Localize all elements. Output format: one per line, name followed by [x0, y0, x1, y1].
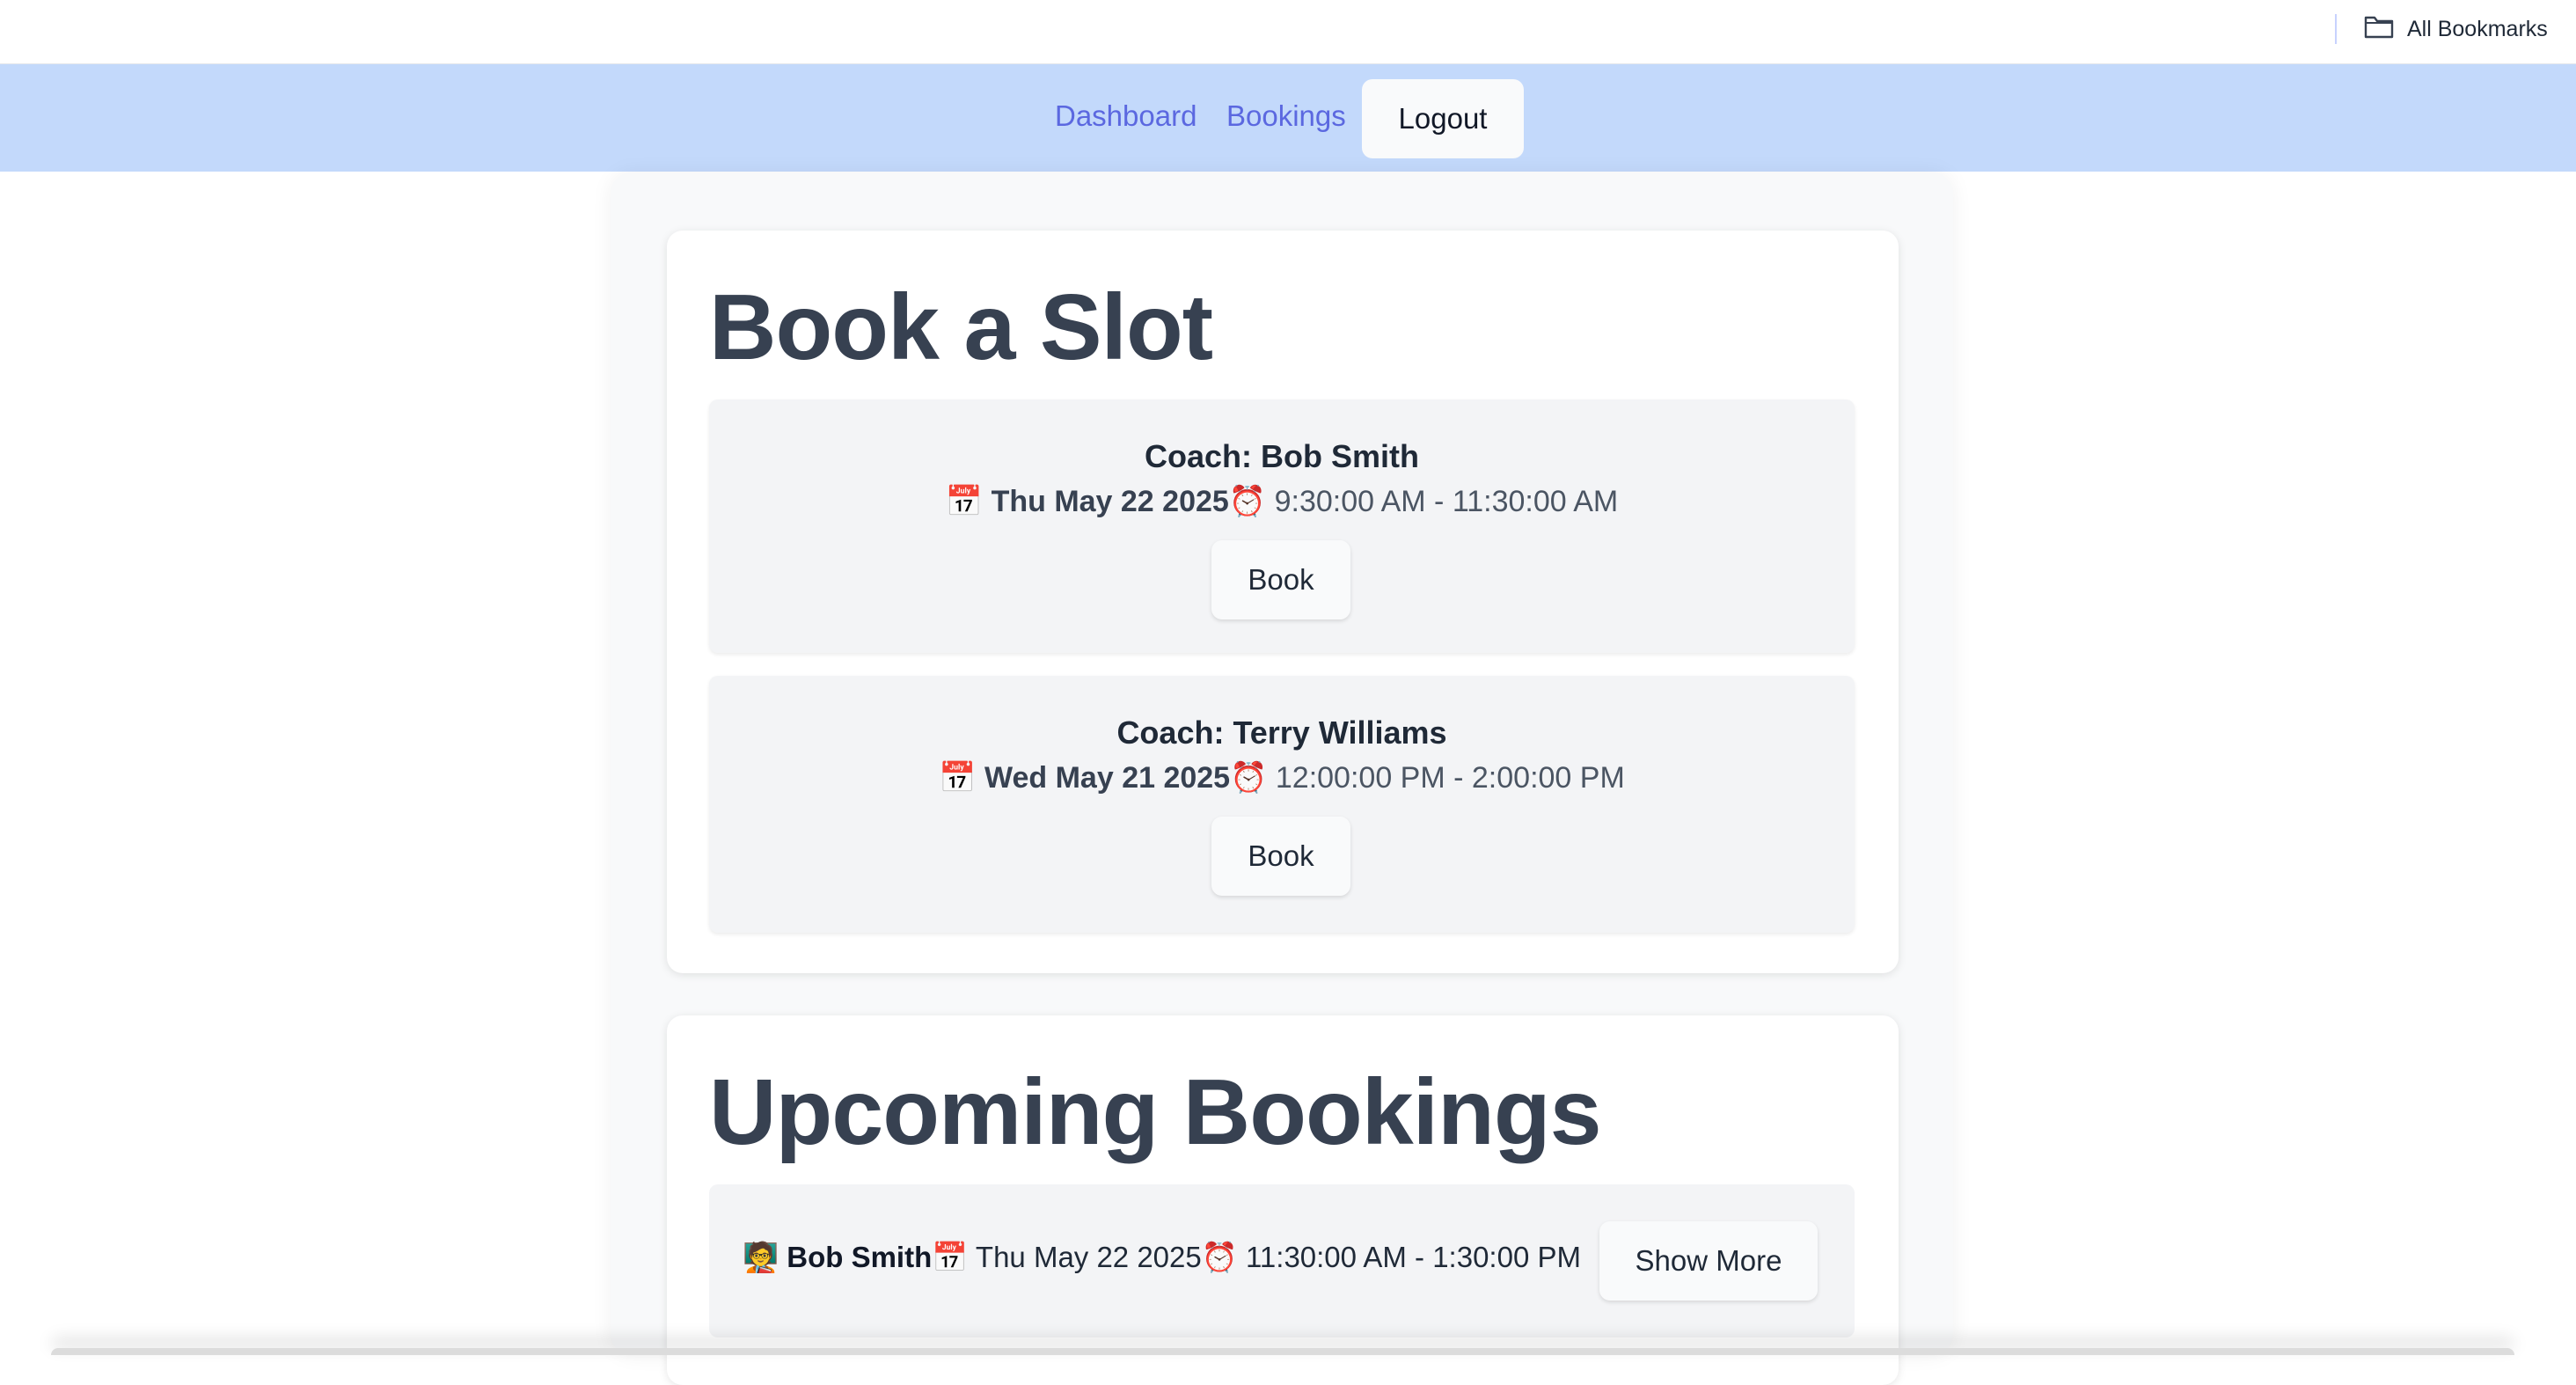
booking-info: 🧑‍🏫 Bob Smith📅 Thu May 22 2025⏰ 11:30:00… [743, 1241, 1581, 1275]
slot-datetime: 📅 Thu May 22 2025⏰ 9:30:00 AM - 11:30:00… [709, 484, 1855, 519]
bookmarks-divider [2335, 14, 2337, 44]
nav-bookings-link[interactable]: Bookings [1226, 99, 1346, 133]
booking-time-range: 11:30:00 AM - 1:30:00 PM [1237, 1241, 1581, 1273]
book-slot-card: Book a Slot Coach: Bob Smith 📅 Thu May 2… [667, 231, 1899, 973]
slot-time-range: 12:00:00 PM - 2:00:00 PM [1267, 761, 1625, 795]
coach-icon: 🧑‍🏫 [743, 1241, 779, 1273]
booking-date: Thu May 22 2025 [968, 1241, 1202, 1273]
slot-datetime: 📅 Wed May 21 2025⏰ 12:00:00 PM - 2:00:00… [709, 760, 1855, 795]
bottom-overlay-edge [51, 1348, 2514, 1355]
slot-card: Coach: Terry Williams 📅 Wed May 21 2025⏰… [709, 676, 1855, 933]
slot-time-range: 9:30:00 AM - 11:30:00 AM [1266, 485, 1619, 518]
book-slot-title: Book a Slot [709, 275, 1213, 379]
slot-date: Thu May 22 2025 [991, 485, 1229, 518]
alarm-clock-icon: ⏰ [1230, 761, 1268, 795]
upcoming-bookings-card: Upcoming Bookings 🧑‍🏫 Bob Smith📅 Thu May… [667, 1015, 1899, 1385]
folder-icon [2363, 13, 2395, 46]
all-bookmarks-label: All Bookmarks [2407, 16, 2548, 41]
slot-date: Wed May 21 2025 [984, 761, 1231, 795]
slot-card: Coach: Bob Smith 📅 Thu May 22 2025⏰ 9:30… [709, 399, 1855, 653]
book-button[interactable]: Book [1211, 540, 1350, 619]
logout-button[interactable]: Logout [1362, 79, 1524, 158]
calendar-icon: 📅 [939, 761, 977, 795]
booking-row: 🧑‍🏫 Bob Smith📅 Thu May 22 2025⏰ 11:30:00… [709, 1184, 1855, 1337]
book-button[interactable]: Book [1211, 817, 1350, 896]
upcoming-bookings-title: Upcoming Bookings [709, 1060, 1602, 1164]
calendar-icon: 📅 [932, 1241, 969, 1273]
booking-coach-name: Bob Smith [787, 1241, 933, 1273]
top-navbar: Dashboard Bookings Logout [0, 64, 2576, 172]
nav-dashboard-link[interactable]: Dashboard [1055, 99, 1197, 133]
show-more-button[interactable]: Show More [1599, 1221, 1818, 1301]
alarm-clock-icon: ⏰ [1201, 1241, 1238, 1273]
all-bookmarks-button[interactable]: All Bookmarks [2363, 12, 2548, 46]
bookmarks-bar: All Bookmarks [0, 0, 2576, 64]
slot-coach-name: Coach: Bob Smith [1145, 438, 1419, 474]
calendar-icon: 📅 [945, 485, 984, 518]
slot-coach-name: Coach: Terry Williams [1116, 714, 1447, 751]
alarm-clock-icon: ⏰ [1228, 485, 1267, 518]
